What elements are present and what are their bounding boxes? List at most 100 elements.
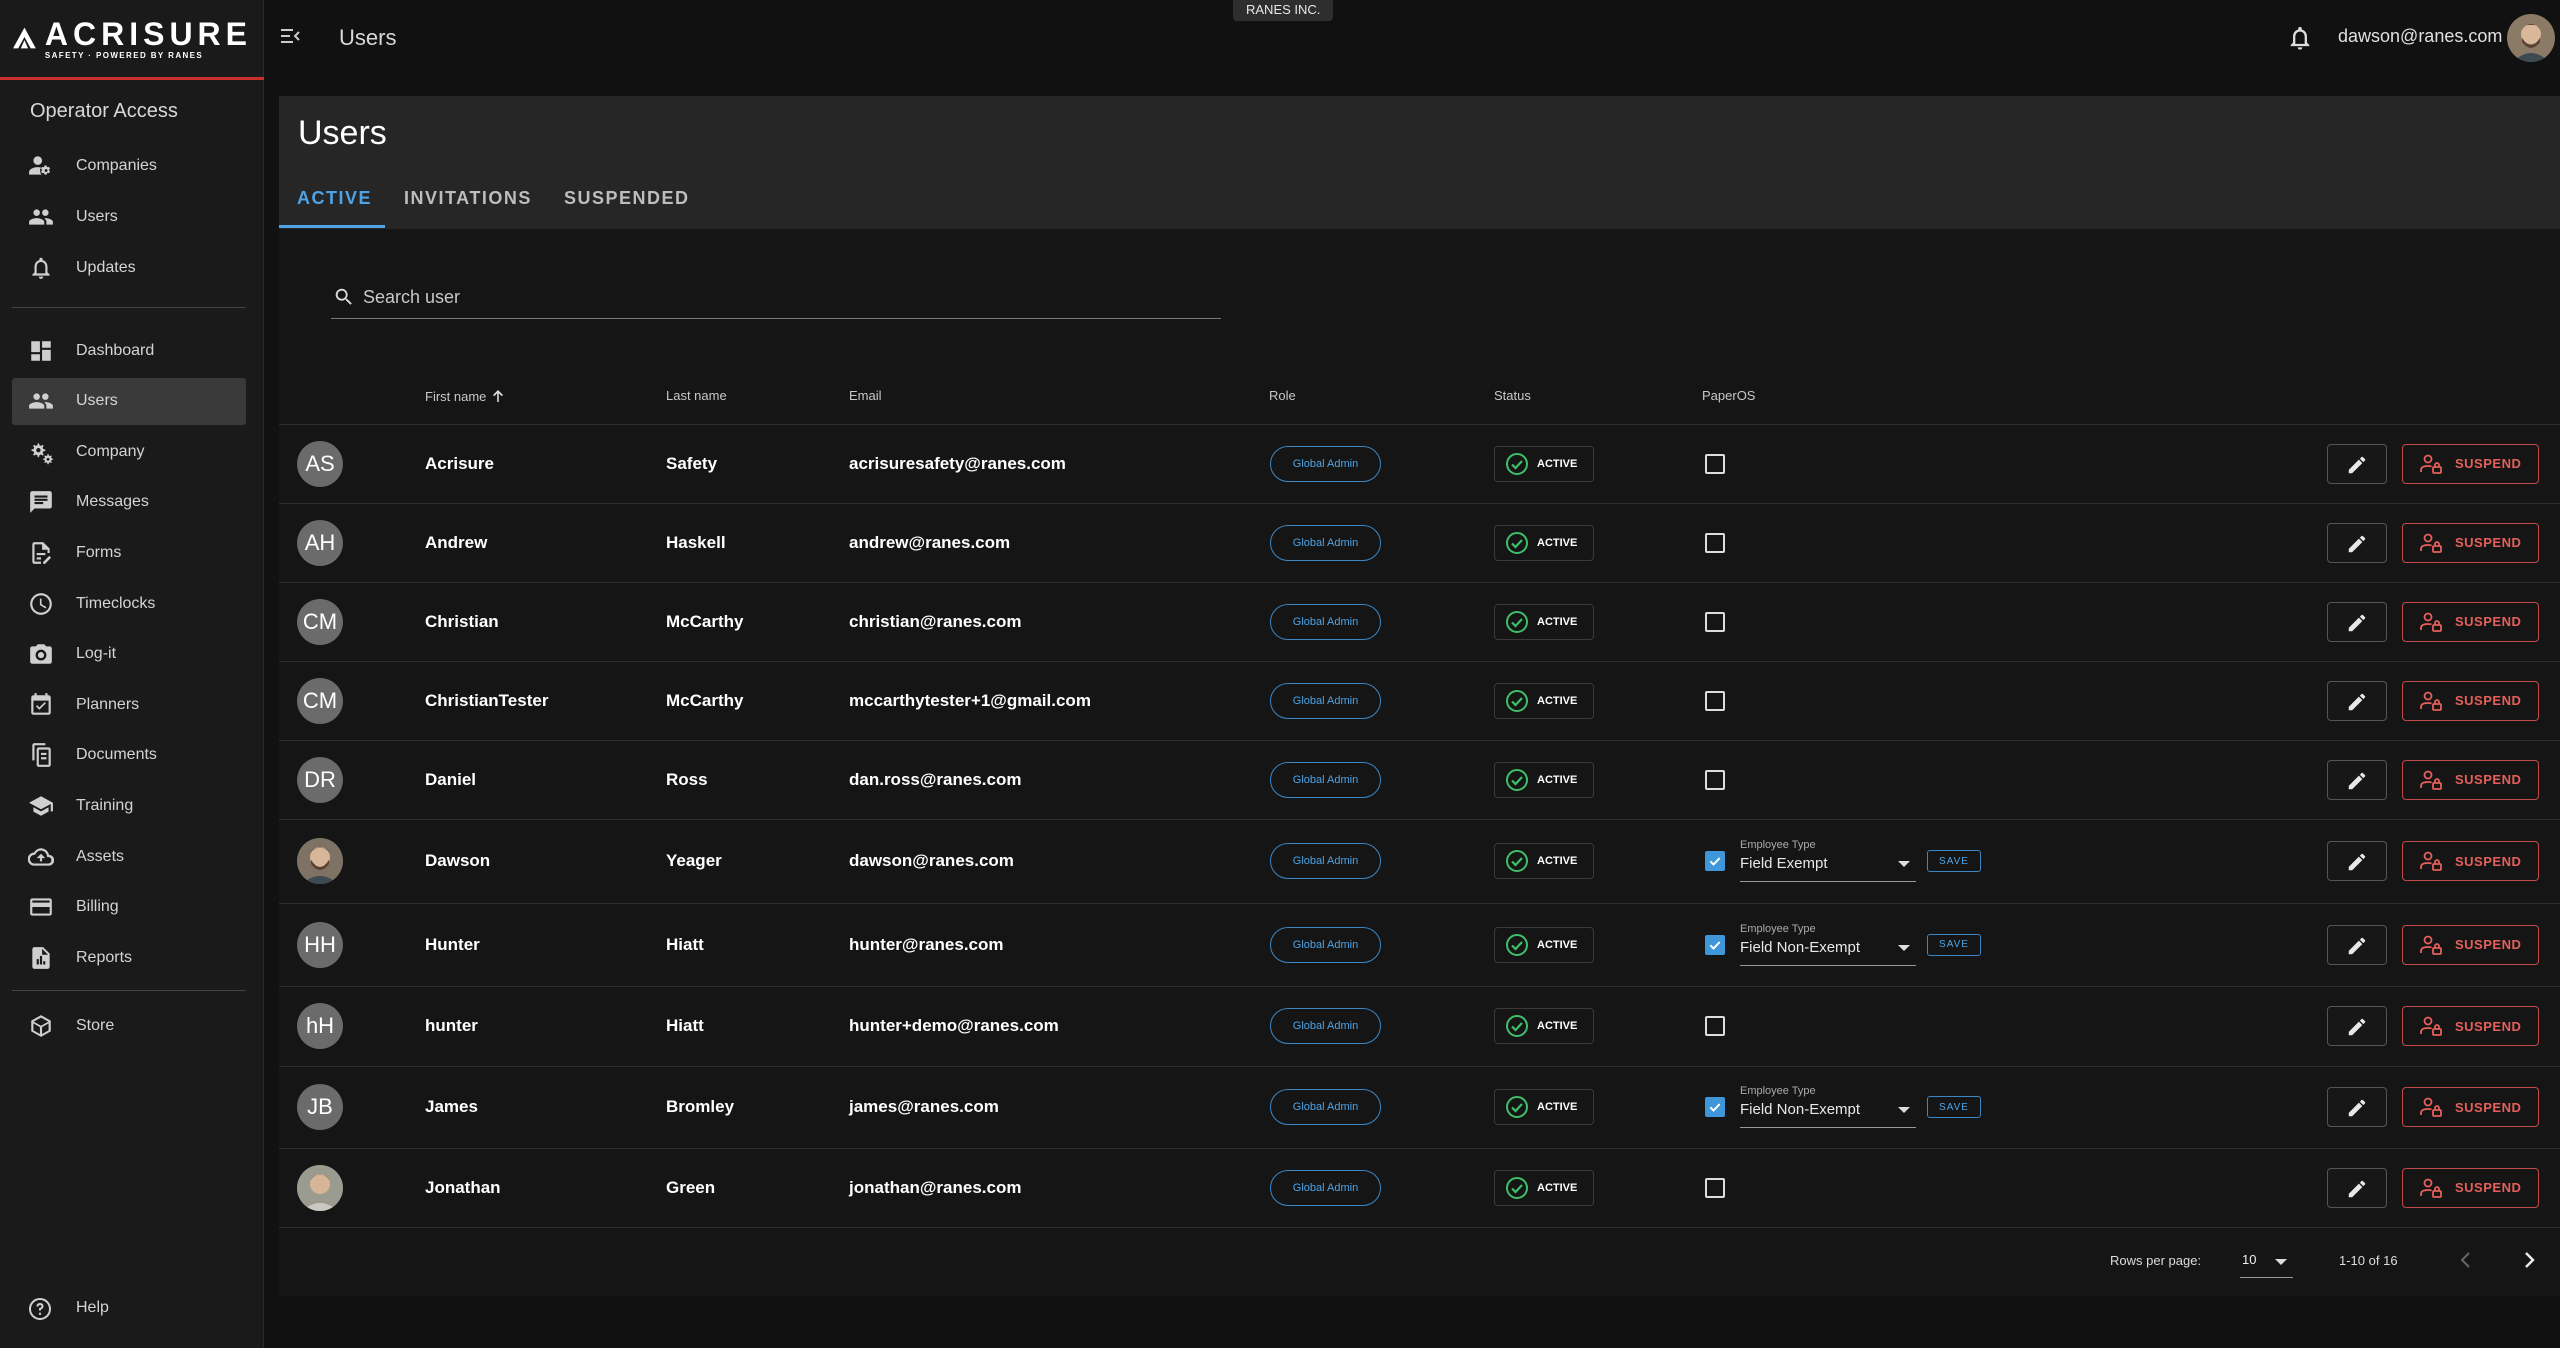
sidebar-item-dashboard[interactable]: Dashboard <box>12 327 246 374</box>
paperos-checkbox[interactable] <box>1705 690 1725 711</box>
paperos-checkbox[interactable] <box>1705 1177 1725 1198</box>
previous-page-icon[interactable] <box>2454 1248 2478 1272</box>
edit-user-button[interactable] <box>2327 1006 2387 1046</box>
role-badge: Global Admin <box>1270 1169 1381 1206</box>
sidebar-item-log-it[interactable]: Log-it <box>12 631 246 678</box>
suspend-user-button[interactable]: SUSPEND <box>2402 1167 2539 1208</box>
brand-tagline: SAFETY · POWERED BY RANES <box>44 50 204 60</box>
column-header-email[interactable]: Email <box>849 388 882 403</box>
next-page-icon[interactable] <box>2517 1248 2541 1272</box>
column-header-status[interactable]: Status <box>1494 388 1531 403</box>
tab-invitations[interactable]: INVITATIONS <box>404 188 532 209</box>
rows-per-page-select[interactable]: 10 <box>2240 1240 2293 1278</box>
edit-user-button[interactable] <box>2327 522 2387 563</box>
last-name-cell: Ross <box>666 769 708 789</box>
paperos-checkbox[interactable] <box>1705 934 1725 955</box>
suspend-user-button[interactable]: SUSPEND <box>2402 443 2539 484</box>
edit-user-button[interactable] <box>2327 443 2387 484</box>
collapse-menu-icon[interactable] <box>280 26 300 46</box>
sidebar-item-forms[interactable]: Forms <box>12 529 246 576</box>
checkmark-icon <box>1709 1103 1721 1112</box>
suspend-user-button[interactable]: SUSPEND <box>2402 1087 2539 1127</box>
sidebar: ACRISURE SAFETY · POWERED BY RANES Opera… <box>0 0 264 1348</box>
search-input[interactable] <box>363 281 1203 313</box>
edit-user-button[interactable] <box>2327 1167 2387 1208</box>
first-name-cell: Christian <box>425 611 499 631</box>
employee-type-label: Employee Type <box>1740 922 1816 935</box>
employee-type-value: Field Exempt <box>1740 855 1828 872</box>
suspend-user-button[interactable]: SUSPEND <box>2402 924 2539 965</box>
paperos-checkbox[interactable] <box>1705 769 1725 790</box>
save-employee-type-button[interactable]: SAVE <box>1927 850 1981 872</box>
edit-user-button[interactable] <box>2327 924 2387 965</box>
sidebar-item-users[interactable]: Users <box>12 377 246 425</box>
message-icon <box>30 491 52 514</box>
column-header-paperos[interactable]: PaperOS <box>1702 388 1755 403</box>
sidebar-divider <box>12 990 246 991</box>
sidebar-item-messages[interactable]: Messages <box>12 479 246 526</box>
edit-user-button[interactable] <box>2327 1087 2387 1127</box>
sidebar-item-label: Timeclocks <box>76 594 156 612</box>
status-badge: ACTIVE <box>1494 926 1594 963</box>
check-circle-icon <box>1506 933 1528 956</box>
paperos-checkbox[interactable] <box>1705 1097 1725 1117</box>
sidebar-item-documents[interactable]: Documents <box>12 732 246 779</box>
operator-item-users[interactable]: Users <box>12 193 246 240</box>
operator-item-updates[interactable]: Updates <box>12 244 246 291</box>
first-name-cell: ChristianTester <box>425 690 549 710</box>
column-header-role[interactable]: Role <box>1269 388 1296 403</box>
suspend-user-button[interactable]: SUSPEND <box>2402 680 2539 721</box>
sidebar-item-company[interactable]: Company <box>12 428 246 475</box>
help-icon[interactable] <box>28 1297 52 1321</box>
suspend-user-button[interactable]: SUSPEND <box>2402 759 2539 800</box>
operator-item-companies[interactable]: Companies <box>12 142 246 189</box>
paperos-checkbox[interactable] <box>1705 1016 1725 1036</box>
column-header-first-name[interactable]: First name <box>425 388 506 404</box>
column-header-last-name[interactable]: Last name <box>666 388 727 403</box>
edit-user-button[interactable] <box>2327 759 2387 800</box>
suspend-user-button[interactable]: SUSPEND <box>2402 601 2539 642</box>
paperos-checkbox[interactable] <box>1705 611 1725 632</box>
sidebar-item-reports[interactable]: Reports <box>12 934 246 981</box>
search-icon <box>335 288 352 305</box>
notifications-bell-icon[interactable] <box>2286 24 2314 52</box>
edit-user-button[interactable] <box>2327 841 2387 881</box>
save-employee-type-button[interactable]: SAVE <box>1927 933 1981 956</box>
table-row: Dawson Yeager dawson@ranes.com Global Admin… <box>279 819 2560 903</box>
check-circle-icon <box>1506 1176 1528 1199</box>
paperos-checkbox[interactable] <box>1705 453 1725 474</box>
help-link[interactable]: Help <box>76 1299 109 1317</box>
status-badge: ACTIVE <box>1494 1008 1594 1044</box>
acrisure-logo[interactable]: ACRISURE SAFETY · POWERED BY RANES <box>12 14 252 62</box>
user-avatar[interactable] <box>2507 14 2555 62</box>
edit-user-button[interactable] <box>2327 680 2387 721</box>
status-badge: ACTIVE <box>1494 843 1594 879</box>
user-lock-icon <box>2420 770 2442 790</box>
tab-active[interactable]: ACTIVE <box>297 188 372 209</box>
sidebar-item-label: Updates <box>76 258 136 276</box>
paperos-checkbox[interactable] <box>1705 532 1725 553</box>
last-name-cell: Safety <box>666 453 718 473</box>
suspend-user-button[interactable]: SUSPEND <box>2402 522 2539 563</box>
current-user-email[interactable]: dawson@ranes.com <box>2338 26 2502 47</box>
gears-icon <box>31 443 53 464</box>
edit-user-button[interactable] <box>2327 601 2387 642</box>
sidebar-item-store[interactable]: Store <box>12 1002 246 1049</box>
suspend-user-button[interactable]: SUSPEND <box>2402 1006 2539 1046</box>
suspend-user-button[interactable]: SUSPEND <box>2402 841 2539 881</box>
sidebar-item-timeclocks[interactable]: Timeclocks <box>12 580 246 627</box>
tab-suspended[interactable]: SUSPENDED <box>564 188 690 209</box>
sidebar-item-planners[interactable]: Planners <box>12 681 246 728</box>
paperos-checkbox[interactable] <box>1705 851 1725 871</box>
sidebar-item-assets[interactable]: Assets <box>12 833 246 880</box>
search-field[interactable] <box>331 275 1221 319</box>
checkmark-icon <box>1709 940 1721 950</box>
status-badge: ACTIVE <box>1494 761 1594 798</box>
sidebar-item-training[interactable]: Training <box>12 782 246 829</box>
email-cell: dan.ross@ranes.com <box>849 769 1022 789</box>
sidebar-item-billing[interactable]: Billing <box>12 884 246 931</box>
avatar <box>297 1164 343 1211</box>
sidebar-item-label: Billing <box>76 898 119 916</box>
save-employee-type-button[interactable]: SAVE <box>1927 1096 1981 1118</box>
status-badge: ACTIVE <box>1494 682 1594 719</box>
